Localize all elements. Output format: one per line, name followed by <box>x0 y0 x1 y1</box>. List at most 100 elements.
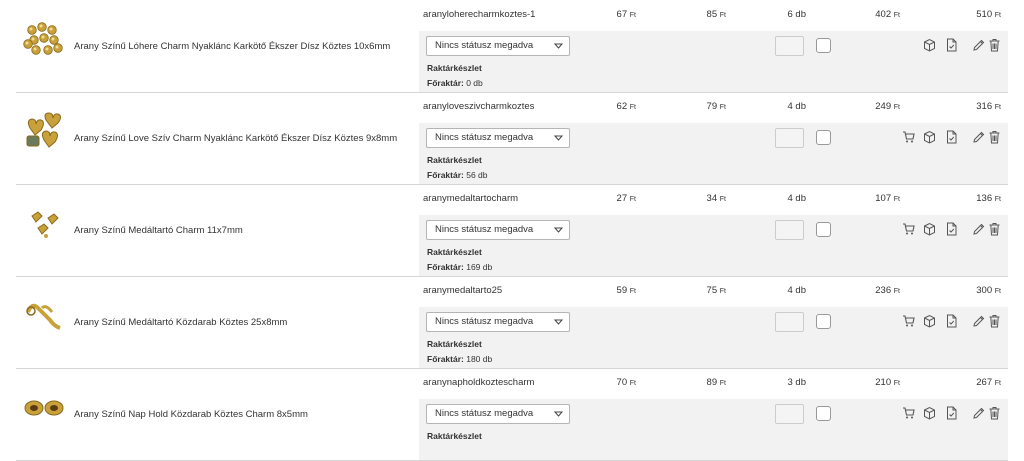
gross-total: 316 Ft <box>976 101 1001 112</box>
product-sku: aranymedaltartocharm <box>423 193 519 204</box>
quantity-input[interactable] <box>775 128 804 148</box>
heart-charm-image <box>26 112 61 148</box>
trash-icon[interactable] <box>988 38 1001 52</box>
status-select[interactable]: Nincs státusz megadva <box>426 312 570 332</box>
gross-unit-price: 85 Ft <box>706 9 726 20</box>
quantity: 3 db <box>787 377 807 388</box>
cart-icon[interactable] <box>902 130 915 144</box>
status-select-value: Nincs státusz megadva <box>435 408 534 419</box>
status-select-value: Nincs státusz megadva <box>435 316 534 327</box>
gross-total: 136 Ft <box>976 193 1001 204</box>
stock-main-warehouse: Főraktár: 56 db <box>427 170 488 180</box>
trash-icon[interactable] <box>988 222 1001 236</box>
quantity-input[interactable] <box>775 312 804 332</box>
box-icon[interactable] <box>923 406 936 420</box>
quantity-input[interactable] <box>775 404 804 424</box>
trash-icon[interactable] <box>988 406 1001 420</box>
document-icon[interactable] <box>945 314 958 328</box>
bail-connector-image <box>26 303 61 330</box>
table-row: Arany Színű Medáltartó Közdarab Köztes 2… <box>16 276 1008 369</box>
product-name[interactable]: Arany Színű Medáltartó Charm 11x7mm <box>74 184 419 276</box>
pencil-icon[interactable] <box>972 222 985 236</box>
quantity-input[interactable] <box>775 220 804 240</box>
trash-icon[interactable] <box>988 314 1001 328</box>
pencil-icon[interactable] <box>972 38 985 52</box>
product-thumbnail[interactable] <box>22 294 66 338</box>
product-thumbnail[interactable] <box>22 110 66 154</box>
quantity: 6 db <box>787 9 807 20</box>
box-icon[interactable] <box>923 130 936 144</box>
cart-icon[interactable] <box>902 406 915 420</box>
status-select-value: Nincs státusz megadva <box>435 132 534 143</box>
document-icon[interactable] <box>945 222 958 236</box>
bail-charm-image <box>31 211 59 238</box>
gross-unit-price: 79 Ft <box>706 101 726 112</box>
gross-unit-price: 75 Ft <box>706 285 726 296</box>
stock-label: Raktárkészlet <box>427 63 482 73</box>
pencil-icon[interactable] <box>972 406 985 420</box>
gross-unit-price: 34 Ft <box>706 193 726 204</box>
pencil-icon[interactable] <box>972 130 985 144</box>
status-select-value: Nincs státusz megadva <box>435 40 534 51</box>
net-total: 107 Ft <box>875 193 900 204</box>
sun-moon-bead-image <box>24 400 64 416</box>
status-select[interactable]: Nincs státusz megadva <box>426 220 570 240</box>
product-sku: aranynapholdkoztescharm <box>423 377 535 388</box>
product-name[interactable]: Arany Színű Medáltartó Közdarab Köztes 2… <box>74 276 419 368</box>
row-checkbox[interactable] <box>816 38 831 53</box>
box-icon[interactable] <box>923 38 936 52</box>
gross-total: 300 Ft <box>976 285 1001 296</box>
row-checkbox[interactable] <box>816 406 831 421</box>
row-checkbox[interactable] <box>816 314 831 329</box>
product-thumbnail[interactable] <box>22 386 66 430</box>
table-row: Arany Színű Nap Hold Közdarab Köztes Cha… <box>16 368 1008 461</box>
status-select[interactable]: Nincs státusz megadva <box>426 36 570 56</box>
status-select[interactable]: Nincs státusz megadva <box>426 128 570 148</box>
row-checkbox[interactable] <box>816 222 831 237</box>
net-unit-price: 62 Ft <box>616 101 636 112</box>
table-row: Arany Színű Love Szív Charm Nyaklánc Kar… <box>16 92 1008 185</box>
net-total: 402 Ft <box>875 9 900 20</box>
chevron-down-icon <box>553 37 564 61</box>
gross-unit-price: 89 Ft <box>706 377 726 388</box>
cart-icon[interactable] <box>902 222 915 236</box>
product-thumbnail[interactable] <box>22 18 66 62</box>
product-name[interactable]: Arany Színű Lóhere Charm Nyaklánc Karköt… <box>74 0 419 92</box>
clover-charm-image <box>23 22 63 55</box>
net-unit-price: 70 Ft <box>616 377 636 388</box>
quantity: 4 db <box>787 101 807 112</box>
quantity-input[interactable] <box>775 36 804 56</box>
net-total: 249 Ft <box>875 101 900 112</box>
document-icon[interactable] <box>945 406 958 420</box>
product-name[interactable]: Arany Színű Nap Hold Közdarab Köztes Cha… <box>74 368 419 460</box>
gross-total: 510 Ft <box>976 9 1001 20</box>
gross-total: 267 Ft <box>976 377 1001 388</box>
stock-label: Raktárkészlet <box>427 431 482 441</box>
pencil-icon[interactable] <box>972 314 985 328</box>
stock-label: Raktárkészlet <box>427 339 482 349</box>
box-icon[interactable] <box>923 314 936 328</box>
product-sku: aranymedaltarto25 <box>423 285 503 296</box>
row-checkbox[interactable] <box>816 130 831 145</box>
chevron-down-icon <box>553 313 564 337</box>
stock-main-warehouse: Főraktár: 180 db <box>427 354 493 364</box>
box-icon[interactable] <box>923 222 936 236</box>
product-name[interactable]: Arany Színű Love Szív Charm Nyaklánc Kar… <box>74 92 419 184</box>
status-select[interactable]: Nincs státusz megadva <box>426 404 570 424</box>
chevron-down-icon <box>553 405 564 429</box>
trash-icon[interactable] <box>988 130 1001 144</box>
document-icon[interactable] <box>945 130 958 144</box>
cart-icon[interactable] <box>902 314 915 328</box>
stock-main-warehouse: Főraktár: 0 db <box>427 78 483 88</box>
document-icon[interactable] <box>945 38 958 52</box>
net-total: 210 Ft <box>875 377 900 388</box>
net-unit-price: 59 Ft <box>616 285 636 296</box>
chevron-down-icon <box>553 129 564 153</box>
product-thumbnail[interactable] <box>22 202 66 246</box>
quantity: 4 db <box>787 285 807 296</box>
net-unit-price: 67 Ft <box>616 9 636 20</box>
order-items-table: Arany Színű Lóhere Charm Nyaklánc Karköt… <box>0 0 1024 461</box>
status-select-value: Nincs státusz megadva <box>435 224 534 235</box>
table-row: Arany Színű Lóhere Charm Nyaklánc Karköt… <box>16 0 1008 93</box>
quantity: 4 db <box>787 193 807 204</box>
